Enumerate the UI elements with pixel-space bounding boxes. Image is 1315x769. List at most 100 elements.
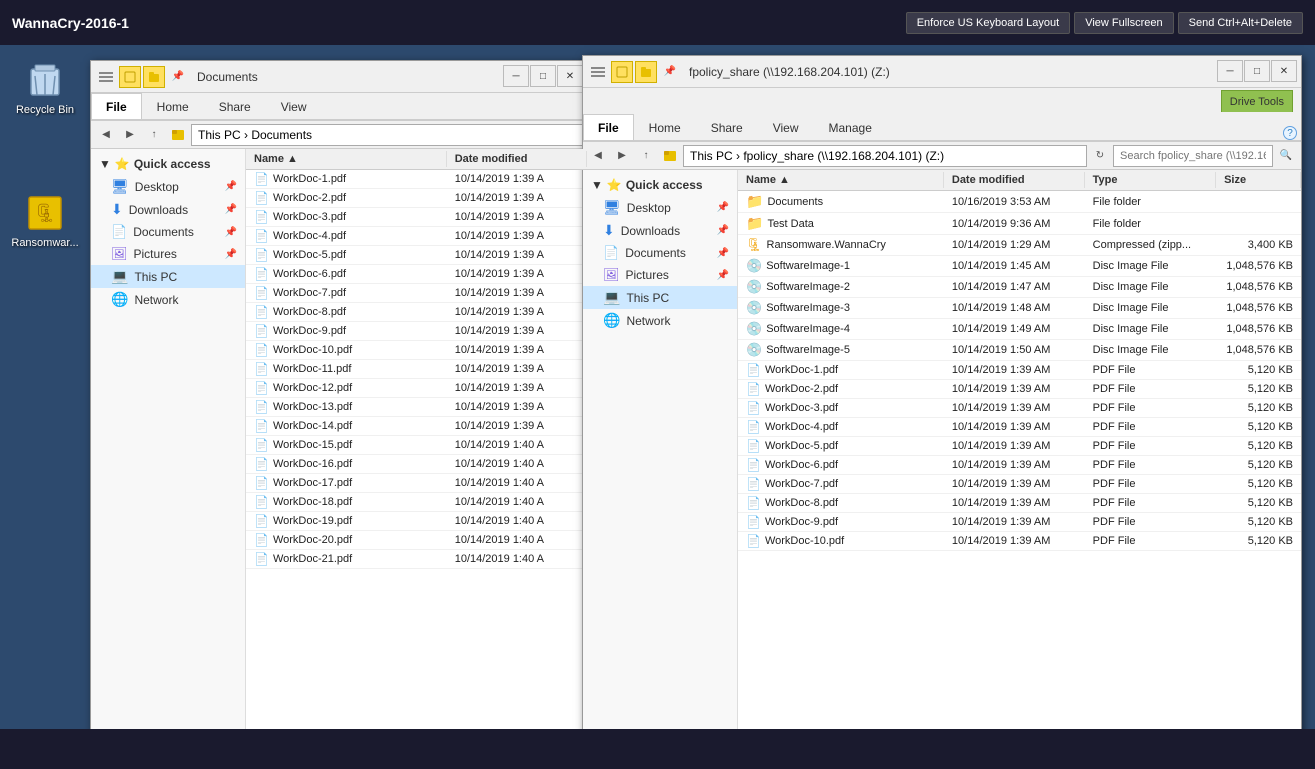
table-row[interactable]: 📄 WorkDoc-20.pdf 10/14/2019 1:40 A — [246, 531, 587, 550]
table-row[interactable]: 💿 SoftwareImage-1 10/14/2019 1:45 AM Dis… — [738, 256, 1301, 277]
tab-manage-2[interactable]: Manage — [814, 114, 887, 140]
sidebar-item-pictures-2[interactable]: 🖼 Pictures 📌 — [583, 264, 737, 286]
table-row[interactable]: 🗜 Ransomware.WannaCry 10/14/2019 1:29 AM… — [738, 235, 1301, 256]
table-row[interactable]: 📄 WorkDoc-10.pdf 10/14/2019 1:39 AM PDF … — [738, 532, 1301, 551]
table-row[interactable]: 📄 WorkDoc-8.pdf 10/14/2019 1:39 AM PDF F… — [738, 494, 1301, 513]
table-row[interactable]: 📄 WorkDoc-9.pdf 10/14/2019 1:39 A — [246, 322, 587, 341]
nav-back-1[interactable]: ◀ — [95, 124, 117, 146]
nav-recent-1[interactable] — [167, 124, 189, 146]
table-row[interactable]: 📄 WorkDoc-14.pdf 10/14/2019 1:39 A — [246, 417, 587, 436]
tab-share-2[interactable]: Share — [696, 114, 758, 140]
table-row[interactable]: 📄 WorkDoc-6.pdf 10/14/2019 1:39 AM PDF F… — [738, 456, 1301, 475]
col-name-1[interactable]: Name ▲ — [246, 151, 447, 167]
table-row[interactable]: 📁 Test Data 10/14/2019 9:36 AM File fold… — [738, 213, 1301, 235]
nav-forward-2[interactable]: ▶ — [611, 145, 633, 167]
table-row[interactable]: 📄 WorkDoc-15.pdf 10/14/2019 1:40 A — [246, 436, 587, 455]
table-row[interactable]: 📄 WorkDoc-11.pdf 10/14/2019 1:39 A — [246, 360, 587, 379]
table-row[interactable]: 📄 WorkDoc-8.pdf 10/14/2019 1:39 A — [246, 303, 587, 322]
col-date-2[interactable]: Date modified — [944, 172, 1085, 188]
search-btn-2[interactable]: 🔍 — [1275, 145, 1297, 167]
sidebar-quick-access-1[interactable]: ▼ ⭐ Quick access — [91, 153, 245, 175]
table-row[interactable]: 📄 WorkDoc-13.pdf 10/14/2019 1:39 A — [246, 398, 587, 417]
table-row[interactable]: 📄 WorkDoc-3.pdf 10/14/2019 1:39 A — [246, 208, 587, 227]
table-row[interactable]: 📄 WorkDoc-21.pdf 10/14/2019 1:40 A — [246, 550, 587, 569]
close-button-2[interactable]: ✕ — [1271, 60, 1297, 82]
nav-up-1[interactable]: ↑ — [143, 124, 165, 146]
tab-file-2[interactable]: File — [583, 114, 634, 140]
sidebar-item-documents-1[interactable]: 📄 Documents 📌 — [91, 221, 245, 243]
table-row[interactable]: 📄 WorkDoc-7.pdf 10/14/2019 1:39 A — [246, 284, 587, 303]
nav-forward-1[interactable]: ▶ — [119, 124, 141, 146]
tab-view-1[interactable]: View — [266, 93, 322, 119]
nav-back-2[interactable]: ◀ — [587, 145, 609, 167]
sidebar-quick-access-2[interactable]: ▼ ⭐ Quick access — [583, 174, 737, 196]
tab-home-1[interactable]: Home — [142, 93, 204, 119]
minimize-button-2[interactable]: ─ — [1217, 60, 1243, 82]
desktop-icon-recycle-bin[interactable]: Recycle Bin — [10, 60, 80, 116]
tb-icon-menu[interactable] — [95, 66, 117, 88]
enforce-keyboard-button[interactable]: Enforce US Keyboard Layout — [906, 12, 1070, 34]
tab-share-1[interactable]: Share — [204, 93, 266, 119]
table-row[interactable]: 📄 WorkDoc-7.pdf 10/14/2019 1:39 AM PDF F… — [738, 475, 1301, 494]
col-name-2[interactable]: Name ▲ — [738, 172, 944, 188]
tab-view-2[interactable]: View — [758, 114, 814, 140]
tab-home-2[interactable]: Home — [634, 114, 696, 140]
tb-icon-pin-1[interactable]: 📌 — [167, 66, 189, 88]
search-input-2[interactable] — [1113, 145, 1273, 167]
table-row[interactable]: 📄 WorkDoc-6.pdf 10/14/2019 1:39 A — [246, 265, 587, 284]
address-input-2[interactable] — [683, 145, 1087, 167]
address-input-1[interactable] — [191, 124, 583, 146]
table-row[interactable]: 📄 WorkDoc-5.pdf 10/14/2019 1:39 A — [246, 246, 587, 265]
sidebar-item-thispc-1[interactable]: 💻 This PC — [91, 265, 245, 288]
refresh-btn-2[interactable]: ↻ — [1089, 145, 1111, 167]
sidebar-item-desktop-1[interactable]: 🖥 Desktop 📌 — [91, 175, 245, 198]
desktop-icon-ransomware[interactable]: 🗜 Ransomwar... — [10, 193, 80, 249]
sidebar-item-desktop-2[interactable]: 🖥 Desktop 📌 — [583, 196, 737, 219]
table-row[interactable]: 📄 WorkDoc-12.pdf 10/14/2019 1:39 A — [246, 379, 587, 398]
table-row[interactable]: 📄 WorkDoc-16.pdf 10/14/2019 1:40 A — [246, 455, 587, 474]
tb-icon-folder-2[interactable] — [635, 61, 657, 83]
minimize-button-1[interactable]: ─ — [503, 65, 529, 87]
ctrl-alt-del-button[interactable]: Send Ctrl+Alt+Delete — [1178, 12, 1303, 34]
tb-icon-menu-2[interactable] — [587, 61, 609, 83]
table-row[interactable]: 📄 WorkDoc-10.pdf 10/14/2019 1:39 A — [246, 341, 587, 360]
col-type-2[interactable]: Type — [1085, 172, 1216, 188]
table-row[interactable]: 📄 WorkDoc-4.pdf 10/14/2019 1:39 AM PDF F… — [738, 418, 1301, 437]
table-row[interactable]: 📄 WorkDoc-2.pdf 10/14/2019 1:39 A — [246, 189, 587, 208]
table-row[interactable]: 📁 Documents 10/16/2019 3:53 AM File fold… — [738, 191, 1301, 213]
tb-icon-folder-1[interactable] — [143, 66, 165, 88]
nav-up-2[interactable]: ↑ — [635, 145, 657, 167]
table-row[interactable]: 📄 WorkDoc-3.pdf 10/14/2019 1:39 AM PDF F… — [738, 399, 1301, 418]
table-row[interactable]: 📄 WorkDoc-1.pdf 10/14/2019 1:39 AM PDF F… — [738, 361, 1301, 380]
table-row[interactable]: 📄 WorkDoc-18.pdf 10/14/2019 1:40 A — [246, 493, 587, 512]
sidebar-item-downloads-1[interactable]: ⬇ Downloads 📌 — [91, 198, 245, 221]
table-row[interactable]: 📄 WorkDoc-4.pdf 10/14/2019 1:39 A — [246, 227, 587, 246]
sidebar-item-network-1[interactable]: 🌐 Network — [91, 288, 245, 311]
table-row[interactable]: 📄 WorkDoc-1.pdf 10/14/2019 1:39 A — [246, 170, 587, 189]
view-fullscreen-button[interactable]: View Fullscreen — [1074, 12, 1173, 34]
table-row[interactable]: 📄 WorkDoc-9.pdf 10/14/2019 1:39 AM PDF F… — [738, 513, 1301, 532]
sidebar-item-thispc-2[interactable]: 💻 This PC — [583, 286, 737, 309]
tab-file-1[interactable]: File — [91, 93, 142, 119]
tb-icon-back-2[interactable] — [611, 61, 633, 83]
tb-icon-back-1[interactable] — [119, 66, 141, 88]
tb-icon-pin-2[interactable]: 📌 — [659, 61, 681, 83]
table-row[interactable]: 💿 SoftwareImage-4 10/14/2019 1:49 AM Dis… — [738, 319, 1301, 340]
col-size-2[interactable]: Size — [1216, 172, 1301, 188]
table-row[interactable]: 💿 SoftwareImage-5 10/14/2019 1:50 AM Dis… — [738, 340, 1301, 361]
maximize-button-2[interactable]: □ — [1244, 60, 1270, 82]
table-row[interactable]: 📄 WorkDoc-5.pdf 10/14/2019 1:39 AM PDF F… — [738, 437, 1301, 456]
col-date-1[interactable]: Date modified — [447, 151, 587, 167]
maximize-button-1[interactable]: □ — [530, 65, 556, 87]
close-button-1[interactable]: ✕ — [557, 65, 583, 87]
sidebar-item-documents-2[interactable]: 📄 Documents 📌 — [583, 242, 737, 264]
sidebar-item-pictures-1[interactable]: 🖼 Pictures 📌 — [91, 243, 245, 265]
table-row[interactable]: 💿 SoftwareImage-3 10/14/2019 1:48 AM Dis… — [738, 298, 1301, 319]
table-row[interactable]: 📄 WorkDoc-19.pdf 10/14/2019 1:40 A — [246, 512, 587, 531]
table-row[interactable]: 📄 WorkDoc-2.pdf 10/14/2019 1:39 AM PDF F… — [738, 380, 1301, 399]
help-button-2[interactable]: ? — [1283, 126, 1297, 140]
sidebar-item-network-2[interactable]: 🌐 Network — [583, 309, 737, 332]
sidebar-item-downloads-2[interactable]: ⬇ Downloads 📌 — [583, 219, 737, 242]
table-row[interactable]: 💿 SoftwareImage-2 10/14/2019 1:47 AM Dis… — [738, 277, 1301, 298]
table-row[interactable]: 📄 WorkDoc-17.pdf 10/14/2019 1:40 A — [246, 474, 587, 493]
